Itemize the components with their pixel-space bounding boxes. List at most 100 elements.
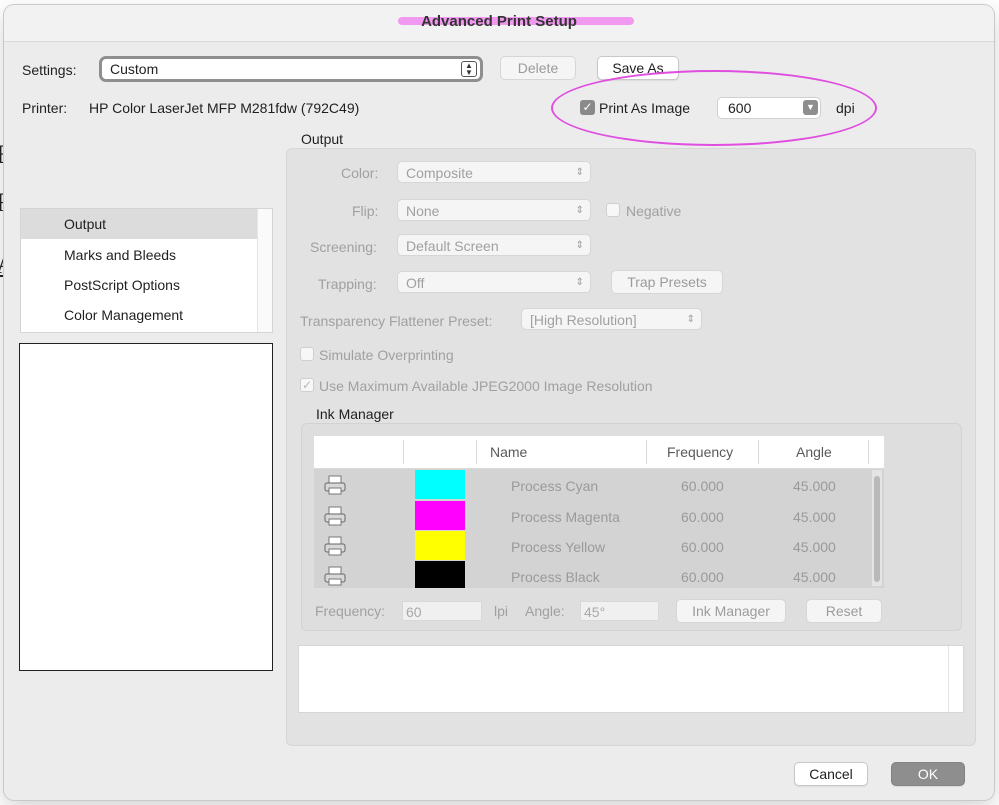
ok-button[interactable]: OK xyxy=(891,762,965,786)
screening-select-value: Default Screen xyxy=(406,238,499,254)
printer-icon xyxy=(324,536,346,556)
ink-name: Process Cyan xyxy=(511,478,599,494)
ink-frequency: 60.000 xyxy=(681,509,724,525)
sidebar-scrollbar[interactable] xyxy=(257,209,272,332)
simulate-overprinting-checkbox[interactable] xyxy=(300,347,314,361)
ink-frequency: 60.000 xyxy=(681,539,724,555)
category-list: Output Marks and Bleeds PostScript Optio… xyxy=(20,208,273,333)
reset-button[interactable]: Reset xyxy=(806,599,882,623)
color-label: Color: xyxy=(341,165,379,181)
ink-angle: 45.000 xyxy=(793,509,836,525)
sidebar-item-output[interactable]: Output xyxy=(21,209,259,239)
chevron-updown-icon: ⇕ xyxy=(575,277,584,288)
color-select[interactable]: Composite ⇕ xyxy=(397,161,591,183)
ink-table: Name Frequency Angle Process Cyan 60.000… xyxy=(314,436,884,588)
flip-select-value: None xyxy=(406,203,440,219)
frequency-input[interactable]: 60 xyxy=(402,601,482,621)
sidebar-item-color-management[interactable]: Color Management xyxy=(21,300,259,330)
chevron-updown-icon: ⇕ xyxy=(686,314,695,325)
ink-table-scrollbar[interactable] xyxy=(872,470,882,586)
chevron-updown-icon: ⇕ xyxy=(575,205,584,216)
chevron-updown-icon: ▲ ▼ xyxy=(461,61,477,77)
table-row[interactable]: Process Magenta 60.000 45.000 xyxy=(314,501,870,531)
sidebar-item-postscript-options[interactable]: PostScript Options xyxy=(21,270,259,300)
printer-icon xyxy=(324,475,346,495)
ink-swatch xyxy=(415,501,465,530)
trap-presets-button[interactable]: Trap Presets xyxy=(611,270,723,294)
screening-select[interactable]: Default Screen ⇕ xyxy=(397,234,591,256)
ink-frequency: 60.000 xyxy=(681,478,724,494)
column-divider xyxy=(403,440,404,464)
print-as-image-checkbox[interactable]: ✓ xyxy=(580,100,595,115)
description-area xyxy=(298,645,964,713)
printer-label: Printer: xyxy=(22,100,68,116)
ink-swatch xyxy=(415,561,465,588)
sidebar-item-label: Marks and Bleeds xyxy=(64,247,177,263)
flip-label: Flip: xyxy=(352,203,379,219)
ink-angle: 45.000 xyxy=(793,539,836,555)
dpi-select[interactable]: 600 ▼ xyxy=(717,97,821,119)
ink-table-header: Name Frequency Angle xyxy=(314,436,884,469)
negative-checkbox[interactable] xyxy=(606,203,620,217)
printer-icon xyxy=(324,506,346,526)
chevron-down-icon: ▼ xyxy=(803,100,818,115)
flip-select[interactable]: None ⇕ xyxy=(397,199,591,221)
ink-swatch xyxy=(415,470,465,499)
frequency-unit: lpi xyxy=(494,603,509,619)
delete-button[interactable]: Delete xyxy=(500,56,576,80)
ink-frequency: 60.000 xyxy=(681,569,724,585)
table-row[interactable]: Process Yellow 60.000 45.000 xyxy=(314,531,870,561)
frequency-label: Frequency: xyxy=(315,603,386,619)
cancel-button[interactable]: Cancel xyxy=(794,762,868,786)
trapping-select[interactable]: Off ⇕ xyxy=(397,271,591,293)
dpi-select-value: 600 xyxy=(728,100,752,116)
flattener-select-value: [High Resolution] xyxy=(530,312,637,328)
negative-label: Negative xyxy=(626,203,682,219)
column-header-angle[interactable]: Angle xyxy=(796,444,832,460)
settings-label: Settings: xyxy=(22,62,77,78)
dpi-unit: dpi xyxy=(836,100,855,116)
column-header-frequency[interactable]: Frequency xyxy=(667,444,733,460)
angle-input[interactable]: 45° xyxy=(580,601,659,621)
chevron-updown-icon: ⇕ xyxy=(575,240,584,251)
screening-label: Screening: xyxy=(310,239,377,255)
use-max-jpeg-checkbox[interactable]: ✓ xyxy=(300,378,314,392)
printer-icon xyxy=(324,566,346,586)
column-divider xyxy=(646,440,647,464)
scrollbar-thumb[interactable] xyxy=(874,476,880,582)
color-select-value: Composite xyxy=(406,165,473,181)
ink-swatch xyxy=(415,531,465,560)
sidebar-item-label: PostScript Options xyxy=(64,277,180,293)
ink-name: Process Magenta xyxy=(511,509,620,525)
column-divider xyxy=(758,440,759,464)
printer-name: HP Color LaserJet MFP M281fdw (792C49) xyxy=(89,100,360,116)
settings-select[interactable]: Custom ▲ ▼ xyxy=(99,56,483,82)
table-row[interactable]: Process Cyan 60.000 45.000 xyxy=(314,470,870,500)
ink-angle: 45.000 xyxy=(793,569,836,585)
simulate-overprinting-label: Simulate Overprinting xyxy=(319,347,454,363)
flattener-select[interactable]: [High Resolution] ⇕ xyxy=(521,308,702,330)
table-row[interactable]: Process Black 60.000 45.000 xyxy=(314,561,870,591)
angle-label: Angle: xyxy=(525,603,565,619)
chevron-updown-icon: ⇕ xyxy=(575,167,584,178)
ink-angle: 45.000 xyxy=(793,478,836,494)
description-scrollbar[interactable] xyxy=(948,646,963,712)
output-heading: Output xyxy=(301,131,344,147)
flattener-label: Transparency Flattener Preset: xyxy=(300,313,493,329)
ink-manager-heading: Ink Manager xyxy=(316,406,394,422)
sidebar-item-label: Color Management xyxy=(64,307,184,323)
column-divider xyxy=(868,440,869,464)
title-bar: Advanced Print Setup xyxy=(4,5,994,42)
settings-select-value: Custom xyxy=(110,61,159,77)
sidebar-item-label: Output xyxy=(64,216,107,232)
ink-manager-button[interactable]: Ink Manager xyxy=(676,599,786,623)
ink-name: Process Black xyxy=(511,569,600,585)
use-max-jpeg-label: Use Maximum Available JPEG2000 Image Res… xyxy=(319,378,653,394)
dialog-title: Advanced Print Setup xyxy=(421,13,577,30)
sidebar-item-marks-and-bleeds[interactable]: Marks and Bleeds xyxy=(21,240,259,270)
print-as-image-label: Print As Image xyxy=(599,100,691,116)
trapping-select-value: Off xyxy=(406,275,425,291)
column-divider xyxy=(476,440,477,464)
trapping-label: Trapping: xyxy=(318,276,377,292)
column-header-name[interactable]: Name xyxy=(490,444,527,460)
